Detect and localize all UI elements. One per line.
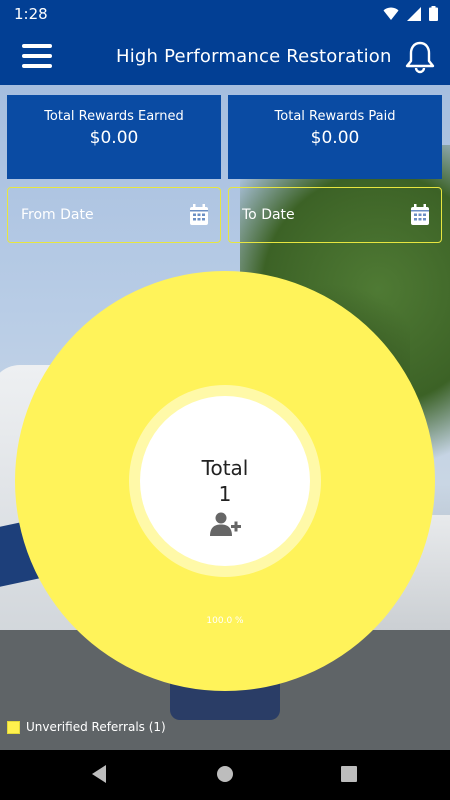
status-bar: 1:28 [0,0,450,28]
slice-percent-label: 100.0 % [206,616,244,626]
from-date-placeholder: From Date [21,207,94,223]
back-icon[interactable] [90,764,108,784]
system-nav-bar [0,750,450,800]
to-date-field[interactable]: To Date [228,187,442,243]
total-rewards-earned-label: Total Rewards Earned [44,109,184,124]
calendar-icon[interactable] [410,204,430,226]
chart-legend: Unverified Referrals (1) [7,720,166,734]
app-title: High Performance Restoration [116,46,392,67]
legend-label: Unverified Referrals (1) [26,720,166,734]
bell-icon[interactable] [404,40,436,74]
hamburger-menu-icon[interactable] [22,44,54,70]
from-date-field[interactable]: From Date [7,187,221,243]
total-rewards-paid-card: Total Rewards Paid $0.00 [228,95,442,179]
chart-center-label: Total [201,456,249,480]
donut-svg [15,271,435,691]
signal-icon [407,6,421,21]
calendar-icon[interactable] [189,204,209,226]
donut-center-hole [140,396,310,566]
recents-icon[interactable] [341,764,357,784]
home-icon[interactable] [216,764,234,784]
total-rewards-earned-card: Total Rewards Earned $0.00 [7,95,221,179]
total-rewards-paid-label: Total Rewards Paid [274,109,396,124]
app-bar: High Performance Restoration [0,28,450,85]
referrals-donut-chart[interactable]: Total 1 100.0 % [14,270,436,692]
legend-swatch [7,720,20,734]
total-rewards-paid-value: $0.00 [310,128,360,148]
add-user-icon[interactable] [210,512,242,536]
wifi-icon [383,7,399,20]
battery-icon [429,6,438,21]
status-time: 1:28 [14,5,48,23]
chart-center-value: 1 [218,482,232,506]
to-date-placeholder: To Date [242,207,295,223]
total-rewards-earned-value: $0.00 [89,128,139,148]
